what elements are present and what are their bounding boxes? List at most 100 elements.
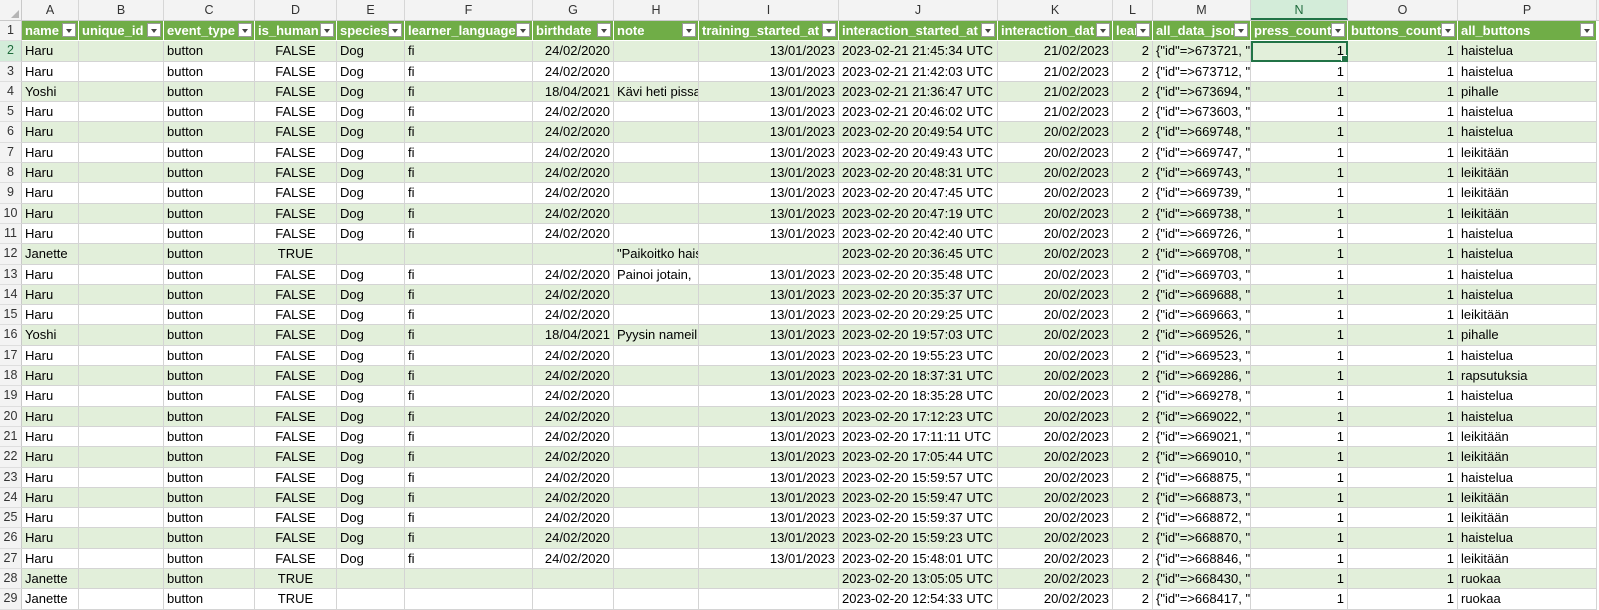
cell-h[interactable] — [614, 122, 699, 143]
cell-k[interactable]: 20/02/2023 — [998, 122, 1113, 143]
cell-a[interactable]: Haru — [22, 528, 79, 549]
cell-j[interactable]: 2023-02-20 20:29:25 UTC — [839, 305, 998, 326]
cell-a[interactable]: Haru — [22, 386, 79, 407]
cell-j[interactable]: 2023-02-20 13:05:05 UTC — [839, 569, 998, 590]
cell-f[interactable]: fi — [405, 447, 533, 468]
cell-j[interactable]: 2023-02-21 20:46:02 UTC — [839, 102, 998, 123]
cell-l[interactable]: 2 — [1113, 102, 1153, 123]
cell-p[interactable]: ruokaa — [1458, 569, 1597, 590]
cell-f[interactable]: fi — [405, 203, 533, 224]
cell-j[interactable]: 2023-02-20 15:59:23 UTC — [839, 528, 998, 549]
header-cell-a[interactable]: name — [22, 21, 79, 42]
filter-dropdown-icon[interactable] — [682, 23, 696, 37]
cell-i[interactable]: 13/01/2023 — [699, 102, 839, 123]
cell-p[interactable]: pihalle — [1458, 325, 1597, 346]
cell-l[interactable]: 2 — [1113, 41, 1153, 62]
cell-d[interactable]: FALSE — [255, 366, 337, 387]
cell-j[interactable]: 2023-02-20 20:35:37 UTC — [839, 284, 998, 306]
cell-e[interactable]: Dog — [337, 508, 405, 529]
header-cell-j[interactable]: interaction_started_at — [839, 21, 998, 42]
cell-p[interactable]: haistelua — [1458, 264, 1597, 285]
cell-h[interactable] — [614, 183, 699, 204]
column-letter-e[interactable]: E — [337, 0, 405, 20]
cell-l[interactable]: 2 — [1113, 122, 1153, 143]
cell-p[interactable]: leikitään — [1458, 447, 1597, 468]
cell-l[interactable]: 2 — [1113, 325, 1153, 346]
cell-m[interactable]: {"id"=>669703, " — [1153, 264, 1251, 285]
cell-a[interactable]: Haru — [22, 142, 79, 164]
cell-n[interactable]: 1 — [1251, 447, 1348, 468]
cell-m[interactable]: {"id"=>668875, " — [1153, 467, 1251, 488]
cell-i[interactable]: 13/01/2023 — [699, 548, 839, 570]
filter-dropdown-icon[interactable] — [981, 23, 995, 37]
cell-o[interactable]: 1 — [1348, 589, 1458, 610]
cell-l[interactable]: 2 — [1113, 284, 1153, 306]
cell-i[interactable] — [699, 244, 839, 265]
column-letter-i[interactable]: I — [699, 0, 839, 20]
filter-dropdown-icon[interactable] — [62, 23, 76, 37]
cell-p[interactable]: haistelua — [1458, 528, 1597, 549]
cell-k[interactable]: 20/02/2023 — [998, 223, 1113, 245]
cell-i[interactable]: 13/01/2023 — [699, 366, 839, 387]
cell-f[interactable]: fi — [405, 142, 533, 164]
cell-m[interactable]: {"id"=>668872, " — [1153, 508, 1251, 529]
column-letter-l[interactable]: L — [1113, 0, 1153, 20]
cell-e[interactable]: Dog — [337, 264, 405, 285]
cell-k[interactable]: 21/02/2023 — [998, 81, 1113, 103]
cell-c[interactable]: button — [164, 406, 255, 427]
cell-d[interactable]: TRUE — [255, 569, 337, 590]
cell-h[interactable] — [614, 61, 699, 82]
cell-p[interactable]: leikitään — [1458, 163, 1597, 184]
cell-j[interactable]: 2023-02-21 21:45:34 UTC — [839, 41, 998, 62]
cell-h[interactable] — [614, 366, 699, 387]
cell-k[interactable]: 21/02/2023 — [998, 102, 1113, 123]
cell-l[interactable]: 2 — [1113, 223, 1153, 245]
cell-a[interactable]: Haru — [22, 406, 79, 427]
cell-o[interactable]: 1 — [1348, 244, 1458, 265]
cell-b[interactable] — [79, 183, 164, 204]
cell-e[interactable]: Dog — [337, 467, 405, 488]
cell-i[interactable]: 13/01/2023 — [699, 203, 839, 224]
cell-l[interactable]: 2 — [1113, 61, 1153, 82]
cell-g[interactable]: 18/04/2021 — [533, 81, 614, 103]
cell-c[interactable]: button — [164, 61, 255, 82]
cell-m[interactable]: {"id"=>673721, " — [1153, 41, 1251, 62]
cell-d[interactable]: FALSE — [255, 487, 337, 509]
cell-h[interactable] — [614, 142, 699, 164]
cell-h[interactable]: Kävi heti pissa — [614, 81, 699, 103]
cell-e[interactable]: Dog — [337, 345, 405, 367]
cell-g[interactable] — [533, 589, 614, 610]
cell-k[interactable]: 20/02/2023 — [998, 284, 1113, 306]
cell-e[interactable]: Dog — [337, 203, 405, 224]
cell-f[interactable]: fi — [405, 102, 533, 123]
row-number[interactable]: 15 — [0, 305, 22, 326]
cell-e[interactable]: Dog — [337, 61, 405, 82]
cell-a[interactable]: Yoshi — [22, 81, 79, 103]
filter-dropdown-icon[interactable] — [1136, 23, 1150, 37]
cell-o[interactable]: 1 — [1348, 223, 1458, 245]
cell-j[interactable]: 2023-02-20 17:11:11 UTC — [839, 426, 998, 448]
cell-m[interactable]: {"id"=>668870, " — [1153, 528, 1251, 549]
column-letter-k[interactable]: K — [998, 0, 1113, 20]
cell-g[interactable]: 24/02/2020 — [533, 264, 614, 285]
cell-m[interactable]: {"id"=>669022, " — [1153, 406, 1251, 427]
cell-e[interactable]: Dog — [337, 528, 405, 549]
cell-g[interactable]: 24/02/2020 — [533, 426, 614, 448]
cell-f[interactable]: fi — [405, 386, 533, 407]
cell-m[interactable]: {"id"=>669663, " — [1153, 305, 1251, 326]
cell-c[interactable]: button — [164, 508, 255, 529]
cell-h[interactable] — [614, 223, 699, 245]
cell-m[interactable]: {"id"=>669743, " — [1153, 163, 1251, 184]
cell-i[interactable] — [699, 569, 839, 590]
header-cell-m[interactable]: all_data_json — [1153, 21, 1251, 42]
cell-m[interactable]: {"id"=>673694, " — [1153, 81, 1251, 103]
cell-o[interactable]: 1 — [1348, 548, 1458, 570]
cell-i[interactable]: 13/01/2023 — [699, 61, 839, 82]
cell-a[interactable]: Haru — [22, 467, 79, 488]
cell-b[interactable] — [79, 61, 164, 82]
cell-d[interactable]: FALSE — [255, 284, 337, 306]
cell-c[interactable]: button — [164, 528, 255, 549]
cell-n[interactable]: 1 — [1251, 61, 1348, 82]
header-cell-i[interactable]: training_started_at — [699, 21, 839, 42]
row-number[interactable]: 20 — [0, 406, 22, 427]
